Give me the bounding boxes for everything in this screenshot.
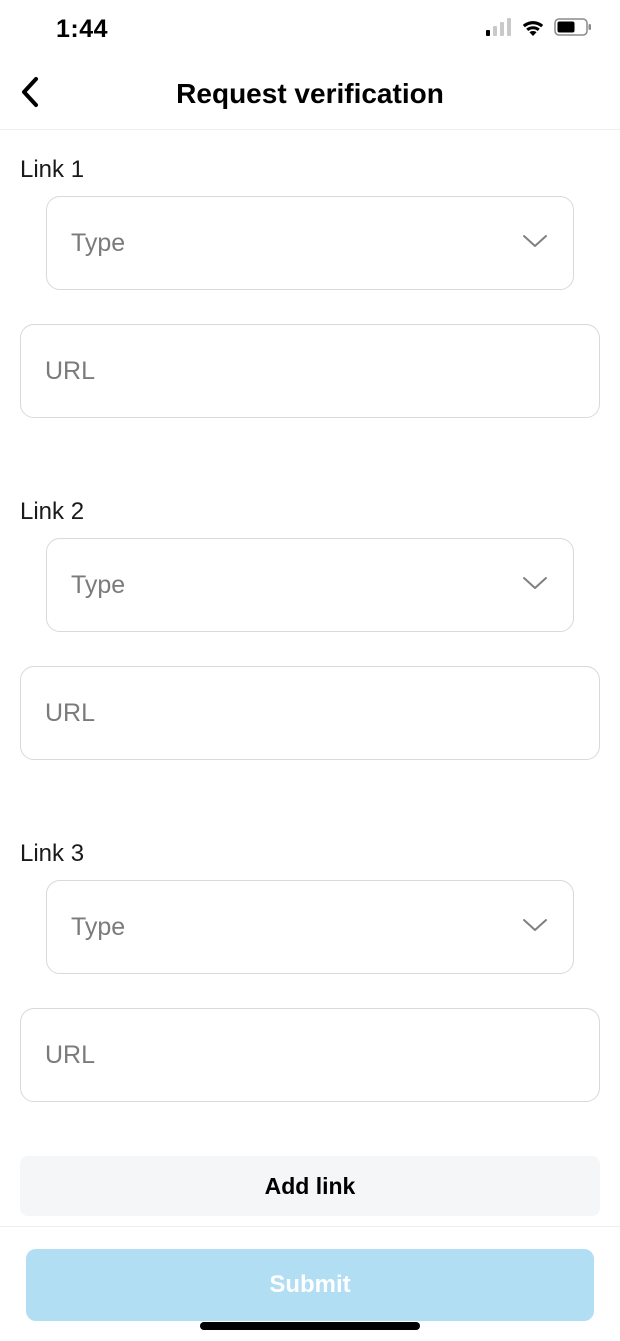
chevron-down-icon [521, 233, 549, 254]
link-label: Link 2 [0, 488, 620, 538]
submit-button[interactable]: Submit [26, 1249, 594, 1321]
link-type-select-2[interactable]: Type [46, 538, 574, 632]
chevron-down-icon [521, 917, 549, 938]
page-title: Request verification [0, 78, 620, 110]
select-placeholder: Type [71, 229, 125, 258]
link-group-1: Link 1 Type [0, 130, 620, 418]
link-type-select-1[interactable]: Type [46, 196, 574, 290]
link-url-input-3[interactable] [20, 1008, 600, 1102]
select-placeholder: Type [71, 571, 125, 600]
link-label: Link 1 [0, 146, 620, 196]
battery-icon [554, 18, 592, 41]
link-url-input-2[interactable] [20, 666, 600, 760]
wifi-icon [520, 17, 546, 42]
link-label: Link 3 [0, 830, 620, 880]
chevron-left-icon [20, 76, 40, 111]
status-time: 1:44 [56, 15, 108, 44]
status-icons [486, 17, 592, 42]
select-placeholder: Type [71, 913, 125, 942]
chevron-down-icon [521, 575, 549, 596]
link-url-input-1[interactable] [20, 324, 600, 418]
link-group-2: Link 2 Type [0, 472, 620, 760]
link-group-3: Link 3 Type [0, 814, 620, 1102]
link-type-select-3[interactable]: Type [46, 880, 574, 974]
form-content: Link 1 Type Link 2 Type [0, 130, 620, 1321]
add-link-button[interactable]: Add link [20, 1156, 600, 1216]
nav-bar: Request verification [0, 58, 620, 130]
status-bar: 1:44 [0, 0, 620, 58]
back-button[interactable] [10, 74, 50, 114]
home-indicator[interactable] [200, 1322, 420, 1330]
cellular-signal-icon [486, 18, 512, 41]
